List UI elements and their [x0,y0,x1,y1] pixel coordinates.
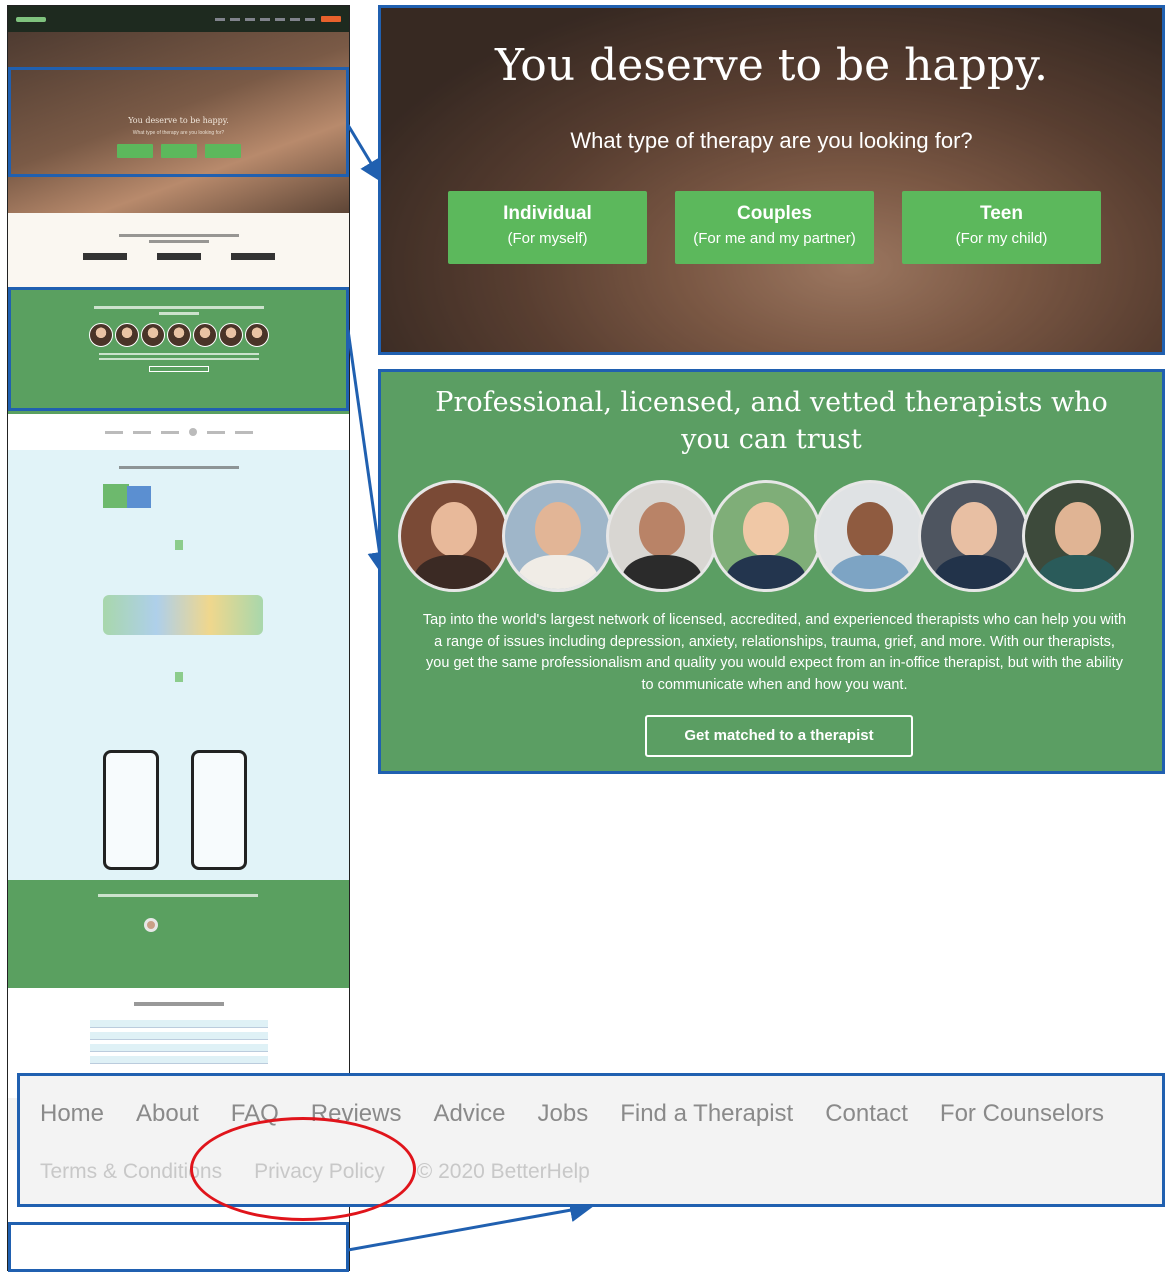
thumb-steps-section [8,450,349,880]
footer-zoom-panel: Home About FAQ Reviews Advice Jobs Find … [17,1073,1165,1207]
thumb-step-arrow [175,672,183,682]
therapist-photo [1022,480,1134,592]
therapist-photo [710,480,822,592]
footer-link-jobs[interactable]: Jobs [538,1100,589,1128]
thumb-devices-illustration [103,595,263,635]
footer-link-for-counselors[interactable]: For Counselors [940,1100,1104,1128]
get-matched-button[interactable]: Get matched to a therapist [645,715,913,757]
thumb-press-logos [8,414,349,450]
thumb-nav-links [52,17,315,21]
therapists-title: Professional, licensed, and vetted thera… [435,387,1108,455]
therapy-type-options: Individual (For myself) Couples (For me … [448,191,1101,264]
thumb-logo [16,16,46,22]
footer-link-home[interactable]: Home [40,1100,104,1128]
footer-link-about[interactable]: About [136,1100,199,1128]
individual-label: Individual [503,203,592,224]
teen-button[interactable]: Teen (For my child) [902,191,1101,264]
hero-highlight-box [8,67,349,177]
privacy-policy-highlight-ellipse [190,1117,416,1221]
hero-title: You deserve to be happy. [494,40,1049,91]
footer-nav-links: Home About FAQ Reviews Advice Jobs Find … [40,1100,1104,1128]
therapist-photo [606,480,718,592]
therapists-zoom-panel: Professional, licensed, and vetted thera… [378,369,1165,774]
thumb-navbar [8,6,349,32]
thumb-puzzle-illustration [103,480,153,512]
couples-label: Couples [737,203,812,224]
therapists-highlight-box [8,287,349,411]
footer-link-contact[interactable]: Contact [825,1100,908,1128]
thumb-testimonial-section [8,880,349,988]
thumb-nav-button [321,16,341,22]
therapists-description: Tap into the world's largest network of … [422,612,1127,693]
couples-button[interactable]: Couples (For me and my partner) [675,191,874,264]
therapist-photos [398,480,1134,592]
footer-highlight-box [8,1222,349,1272]
thumb-phone-mockup [191,750,247,870]
footer-link-find-therapist[interactable]: Find a Therapist [620,1100,793,1128]
footer-link-advice[interactable]: Advice [433,1100,505,1128]
therapist-photo [398,480,510,592]
teen-sublabel: (For my child) [955,230,1048,247]
therapist-photo [918,480,1030,592]
individual-button[interactable]: Individual (For myself) [448,191,647,264]
teen-label: Teen [980,203,1023,224]
therapist-photo [814,480,926,592]
copyright-text: © 2020 BetterHelp [416,1160,590,1183]
hero-question: What type of therapy are you looking for… [570,128,973,153]
therapist-photo [502,480,614,592]
individual-sublabel: (For myself) [507,230,588,247]
thumb-stats-section [8,213,349,289]
couples-sublabel: (For me and my partner) [693,230,856,247]
hero-zoom-panel: You deserve to be happy. What type of th… [378,5,1165,355]
thumb-phone-mockup [103,750,159,870]
thumb-step-arrow [175,540,183,550]
